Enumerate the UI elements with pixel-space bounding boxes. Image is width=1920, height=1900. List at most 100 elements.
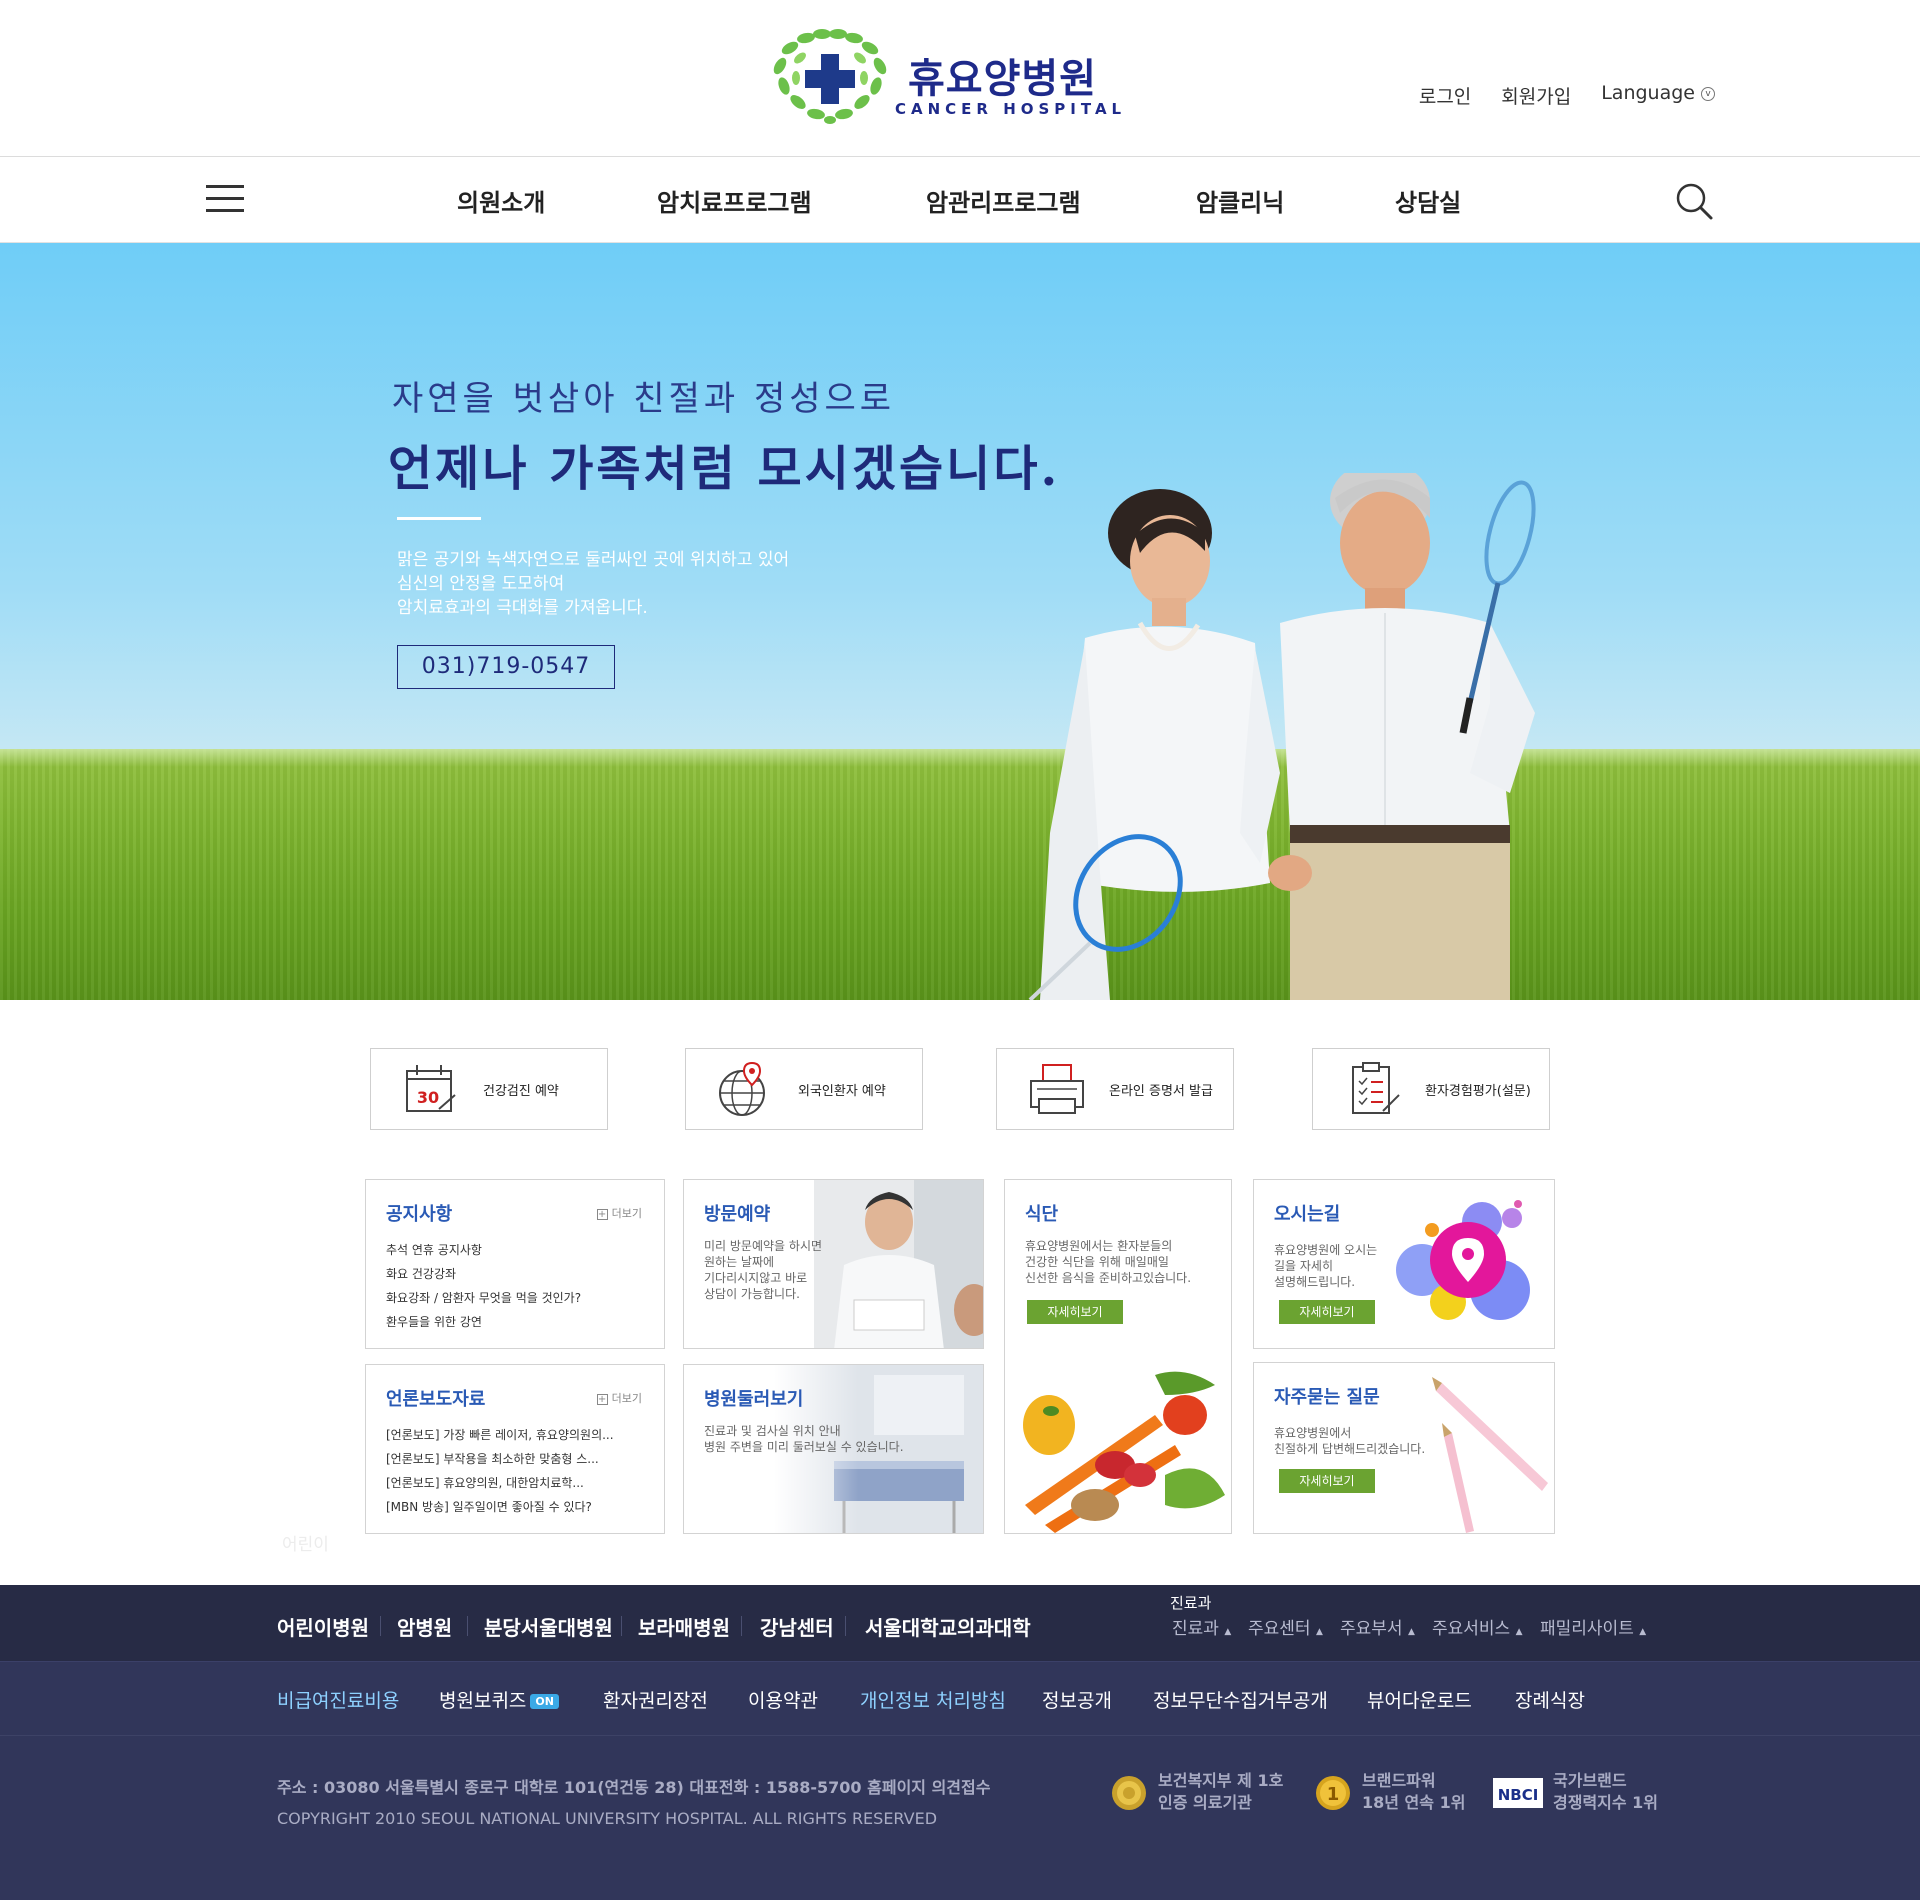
footer-copyright: COPYRIGHT 2010 SEOUL NATIONAL UNIVERSITY… (277, 1809, 938, 1828)
notice-title: 공지사항 (386, 1204, 453, 1225)
join-link[interactable]: 회원가입 (1501, 82, 1571, 109)
hero-subtitle: 자연을 벗삼아 친절과 정성으로 (392, 379, 896, 419)
hero-title: 언제나 가족처럼 모시겠습니다. (388, 441, 1061, 497)
faq-detail-button[interactable]: 자세히보기 (1279, 1469, 1375, 1493)
quick-health-checkup[interactable]: 30 건강검진 예약 (370, 1048, 608, 1130)
hospital-tour-box[interactable]: 병원둘러보기 진료과 및 검사실 위치 안내 병원 주변을 미리 둘러보실 수 있… (683, 1364, 984, 1534)
search-icon[interactable] (1674, 181, 1714, 221)
quick-label: 온라인 증명서 발급 (1109, 1084, 1213, 1099)
policy-link-noncovered-fees[interactable]: 비급여진료비용 (277, 1686, 399, 1713)
calendar-icon: 30 (406, 1065, 456, 1112)
grass-field (0, 749, 1920, 1000)
pen-icon (1432, 1377, 1548, 1533)
nav-item-about[interactable]: 의원소개 (457, 183, 545, 218)
chevron-down-icon: v (1701, 86, 1715, 101)
logo-title: 휴요양병원 (908, 56, 1097, 102)
separator (741, 1616, 742, 1636)
policy-link-privacy[interactable]: 개인정보 처리방침 (860, 1686, 1006, 1713)
list-item[interactable]: [MBN 방송] 일주일이면 좋아질 수 있다? (386, 1495, 614, 1519)
press-more-link[interactable]: + 더보기 (596, 1390, 642, 1406)
press-list: [언론보도] 가장 빠른 레이저, 휴요양의원의... [언론보도] 부작용을 … (386, 1423, 614, 1519)
dropdown-services[interactable]: 주요서비스 ▲ (1432, 1614, 1523, 1639)
elderly-couple-photo (1028, 473, 1536, 1000)
directions-detail-button[interactable]: 자세히보기 (1279, 1300, 1375, 1324)
family-link[interactable]: 분당서울대병원 (484, 1612, 613, 1641)
policy-link-terms[interactable]: 이용약관 (748, 1686, 818, 1713)
gold-medal-icon (1112, 1776, 1146, 1810)
visit-description: 미리 방문예약을 하시면 원하는 날짜에 기다리시지않고 바로 상담이 가능합니다. (704, 1239, 823, 1301)
separator (380, 1616, 381, 1636)
leaf-cross-logo-icon (773, 29, 887, 124)
hospital-logo[interactable]: 휴요양병원 CANCER HOSPITAL (770, 26, 1121, 126)
faq-title: 자주묻는 질문 (1274, 1387, 1380, 1408)
caret-up-icon: ▲ (1515, 1627, 1523, 1637)
list-item[interactable]: 화요강좌 / 암환자 무엇을 먹을 것인가? (386, 1286, 581, 1310)
login-link[interactable]: 로그인 (1419, 82, 1471, 109)
list-item[interactable]: 화요 건강강좌 (386, 1262, 581, 1286)
utility-menu: 로그인 회원가입 Language v (1419, 82, 1715, 109)
language-label: Language (1601, 82, 1695, 104)
quick-survey[interactable]: 환자경험평가(설문) (1312, 1048, 1550, 1130)
family-link[interactable]: 서울대학교의과대학 (865, 1612, 1031, 1641)
separator (621, 1616, 622, 1636)
on-badge: ON (530, 1694, 559, 1709)
policy-link-funeral[interactable]: 장례식장 (1515, 1686, 1585, 1713)
plus-icon: + (596, 1209, 608, 1220)
dropdown-divisions[interactable]: 주요부서 ▲ (1340, 1614, 1415, 1639)
nav-item-consult[interactable]: 상담실 (1395, 183, 1461, 218)
family-link[interactable]: 암병원 (397, 1612, 452, 1641)
family-link[interactable]: 보라매병원 (638, 1612, 730, 1641)
logo-subtitle: CANCER HOSPITAL (895, 100, 1127, 118)
dropdown-centers[interactable]: 주요센터 ▲ (1248, 1614, 1323, 1639)
tour-title: 병원둘러보기 (704, 1389, 804, 1410)
nav-item-clinic[interactable]: 암클리닉 (1196, 183, 1284, 218)
visit-title: 방문예약 (704, 1204, 771, 1225)
quick-label: 건강검진 예약 (483, 1084, 559, 1099)
quick-label: 환자경험평가(설문) (1425, 1084, 1531, 1099)
notice-list: 추석 연휴 공지사항 화요 건강강좌 화요강좌 / 암환자 무엇을 먹을 것인가… (386, 1238, 581, 1334)
policy-link-patient-rights[interactable]: 환자권리장전 (603, 1686, 708, 1713)
dropdown-family-sites[interactable]: 패밀리사이트 ▲ (1540, 1614, 1646, 1639)
quick-label: 외국인환자 예약 (798, 1084, 886, 1099)
diet-description: 휴요양병원에서는 환자분들의 건강한 식단을 위해 매일매일 신선한 음식을 준비하… (1025, 1239, 1192, 1285)
hamburger-menu-icon[interactable] (206, 185, 244, 213)
diet-title: 식단 (1025, 1204, 1059, 1225)
faint-label: 어린이 (282, 1535, 329, 1555)
notice-more-link[interactable]: + 더보기 (596, 1205, 642, 1221)
list-item[interactable]: [언론보도] 부작용을 최소하한 맞춤형 스... (386, 1447, 614, 1471)
nav-item-care[interactable]: 암관리프로그램 (926, 183, 1081, 218)
quick-certificate[interactable]: 온라인 증명서 발급 (996, 1048, 1234, 1130)
visit-reservation-box[interactable]: 방문예약 미리 방문예약을 하시면 원하는 날짜에 기다리시지않고 바로 상담이 가능… (683, 1179, 984, 1349)
list-item[interactable]: 환우들을 위한 강연 (386, 1310, 581, 1334)
language-select[interactable]: Language v (1601, 82, 1715, 109)
notice-box: 공지사항 + 더보기 추석 연휴 공지사항 화요 건강강좌 화요강좌 / 암환자 … (365, 1179, 665, 1349)
doctor-photo (814, 1180, 983, 1348)
nav-item-treatment[interactable]: 암치료프로그램 (657, 183, 812, 218)
nbci-logo-icon: NBCI (1493, 1778, 1543, 1808)
policy-link-quiz[interactable]: 병원보퀴즈 ON (439, 1686, 559, 1713)
directions-title: 오시는길 (1274, 1204, 1341, 1225)
diet-detail-button[interactable]: 자세히보기 (1027, 1300, 1123, 1324)
plus-icon: + (596, 1394, 608, 1405)
list-item[interactable]: [언론보도] 휴요양의원, 대한암치료학... (386, 1471, 614, 1495)
map-pin-icon (1396, 1200, 1530, 1320)
family-link[interactable]: 강남센터 (760, 1612, 834, 1641)
svg-text:1: 1 (1327, 1784, 1340, 1805)
policy-link-viewer[interactable]: 뷰어다운로드 (1367, 1686, 1472, 1713)
caret-up-icon: ▲ (1224, 1627, 1232, 1637)
number-one-medal-icon: 1 (1316, 1776, 1350, 1810)
vegetables-photo (1005, 1355, 1231, 1533)
policy-link-email-refusal[interactable]: 정보무단수집거부공개 (1153, 1686, 1328, 1713)
hero-divider (397, 517, 481, 520)
policy-link-disclosure[interactable]: 정보공개 (1042, 1686, 1112, 1713)
family-link[interactable]: 어린이병원 (277, 1612, 369, 1641)
list-item[interactable]: 추석 연휴 공지사항 (386, 1238, 581, 1262)
quick-foreign-patient[interactable]: 외국인환자 예약 (685, 1048, 923, 1130)
separator (467, 1616, 468, 1636)
hero-banner: 자연을 벗삼아 친절과 정성으로 언제나 가족처럼 모시겠습니다. 맑은 공기와… (0, 243, 1920, 1000)
list-item[interactable]: [언론보도] 가장 빠른 레이저, 휴요양의원의... (386, 1423, 614, 1447)
hero-phone-button[interactable]: 031)719-0547 (397, 645, 615, 689)
dropdown-departments[interactable]: 진료과 ▲ (1172, 1614, 1231, 1639)
diet-box: 식단 휴요양병원에서는 환자분들의 건강한 식단을 위해 매일매일 신선한 음식을 … (1004, 1179, 1232, 1534)
svg-text:NBCI: NBCI (1498, 1786, 1539, 1804)
